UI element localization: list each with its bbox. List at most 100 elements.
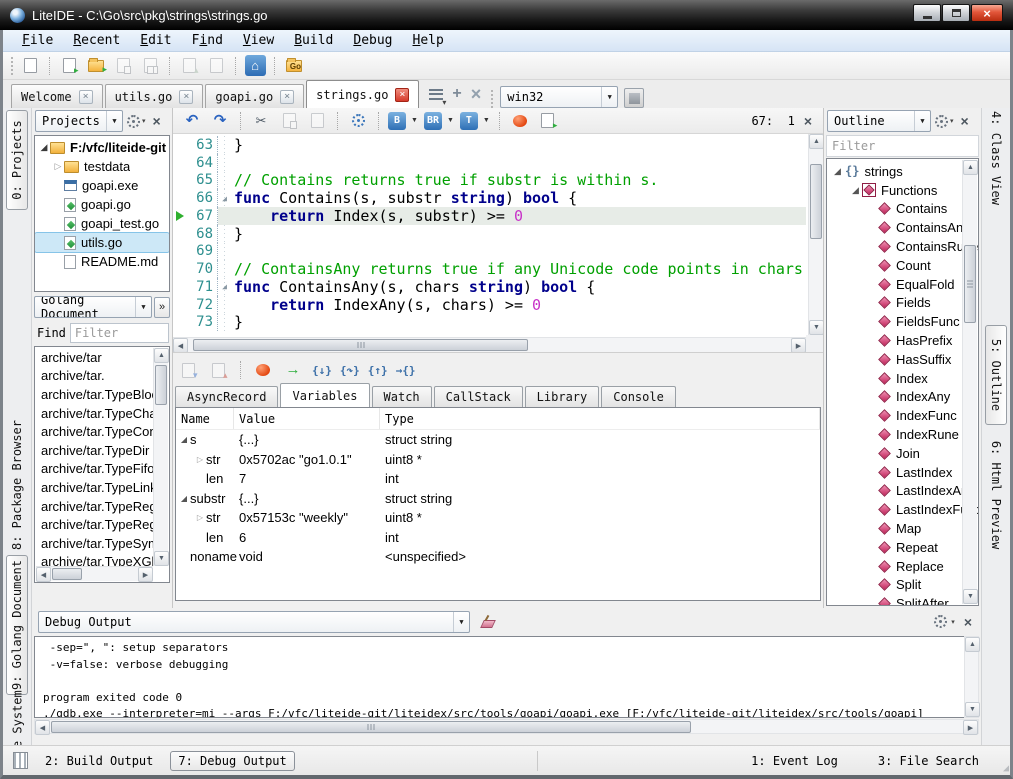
scroll-left-icon[interactable]: ◀ [173, 338, 188, 353]
scrollbar-thumb[interactable] [193, 339, 528, 351]
debug-output-console[interactable]: -sep=", ": setup separators -v=false: ve… [34, 636, 979, 718]
panel-close-icon[interactable]: × [150, 115, 164, 127]
scroll-up-icon[interactable]: ▲ [809, 134, 823, 149]
variable-row-str[interactable]: ▷str0x5702ac "go1.0.1"uint8 * [176, 450, 820, 470]
doc-item-archive-tar-typelink[interactable]: archive/tar.TypeLink [36, 478, 154, 497]
output-view-selector[interactable]: Debug Output ▼ [38, 611, 470, 633]
menu-item-help[interactable]: Help [404, 32, 453, 49]
panel-menu-gear-icon[interactable] [127, 115, 140, 128]
scroll-down-icon[interactable]: ▼ [963, 589, 978, 604]
doc-list-vscrollbar[interactable]: ▲ ▼ [153, 348, 168, 566]
scroll-left-icon[interactable]: ◀ [35, 720, 50, 735]
scrollbar-thumb[interactable] [155, 365, 167, 405]
load-session-button[interactable] [205, 55, 227, 77]
doc-list-hscrollbar[interactable]: ◀ ▶ [36, 566, 153, 581]
expander-icon[interactable]: ◢ [38, 142, 50, 153]
outline-item-containsrune[interactable]: ContainsRune [827, 237, 978, 256]
variable-row-len[interactable]: len6int [176, 528, 820, 548]
outline-item-fieldsfunc[interactable]: FieldsFunc [827, 312, 978, 331]
debug-tab-variables[interactable]: Variables [280, 383, 369, 407]
expander-icon[interactable]: ▷ [194, 455, 206, 464]
tab-close-icon[interactable]: × [179, 90, 193, 104]
outline-view-selector[interactable]: Outline ▼ [827, 110, 931, 132]
outline-item-count[interactable]: Count [827, 256, 978, 275]
export-button[interactable]: ▸ [537, 110, 559, 132]
outline-vscrollbar[interactable]: ▲ ▼ [962, 160, 977, 604]
side-tab-4-class-view[interactable]: 4: Class View [985, 107, 1007, 209]
variable-row-str[interactable]: ▷str0x57153c "weekly"uint8 * [176, 508, 820, 528]
outline-item-splitafter[interactable]: SplitAfter [827, 594, 978, 606]
chevron-down-icon[interactable]: ▼ [411, 117, 418, 124]
column-header-name[interactable]: Name [176, 408, 234, 429]
chevron-down-icon[interactable]: ▼ [447, 117, 454, 124]
tab-close-icon[interactable]: × [280, 90, 294, 104]
new-file-button[interactable] [19, 55, 41, 77]
tree-item-goapi-go[interactable]: goapi.go [35, 195, 169, 214]
scroll-up-icon[interactable]: ▲ [965, 637, 980, 652]
close-button[interactable]: × [971, 4, 1003, 22]
scroll-down-icon[interactable]: ▼ [965, 702, 980, 717]
output-vscrollbar[interactable]: ▲ ▼ [964, 636, 979, 718]
debug-tab-library[interactable]: Library [525, 386, 600, 407]
scroll-up-icon[interactable]: ▲ [963, 160, 978, 175]
expander-icon[interactable]: ◢ [178, 435, 190, 444]
tab-close-icon[interactable]: × [79, 90, 93, 104]
editor-settings-button[interactable] [347, 110, 369, 132]
debug-tab-watch[interactable]: Watch [372, 386, 432, 407]
redo-button[interactable]: ↷ [209, 110, 231, 132]
editor-tab-welcome[interactable]: Welcome× [11, 84, 103, 108]
expander-icon[interactable]: ▷ [194, 513, 206, 522]
outline-item-equalfold[interactable]: EqualFold [827, 275, 978, 294]
show-current-line-button[interactable]: ▾ [177, 359, 199, 381]
doc-item-archive-tar-typexglobalheader[interactable]: archive/tar.TypeXGlobalHeader [36, 553, 154, 567]
doc-filter-input[interactable] [70, 323, 169, 343]
tree-item-f-vfc-liteide-git[interactable]: ◢F:/vfc/liteide-git [35, 138, 169, 157]
outline-item-map[interactable]: Map [827, 519, 978, 538]
side-tab-9-golang-document[interactable]: 9: Golang Document [6, 555, 28, 695]
scroll-down-icon[interactable]: ▼ [809, 320, 823, 335]
run-to-cursor-icon[interactable]: →{} [396, 364, 416, 377]
side-tab-6-html-preview[interactable]: 6: Html Preview [985, 439, 1007, 551]
copy-button[interactable] [278, 110, 300, 132]
tab-list-dropdown-icon[interactable] [429, 89, 443, 100]
outline-item-hassuffix[interactable]: HasSuffix [827, 350, 978, 369]
outline-item-replace[interactable]: Replace [827, 557, 978, 576]
clear-marks-button[interactable]: ▴ [207, 359, 229, 381]
outline-item-split[interactable]: Split [827, 576, 978, 595]
tree-item-utils-go[interactable]: utils.go [35, 233, 169, 252]
statusbar-item-1-event-log[interactable]: 1: Event Log [744, 752, 845, 770]
clear-output-icon[interactable] [480, 615, 494, 628]
welcome-home-button[interactable]: ⌂ [244, 55, 266, 77]
paste-button[interactable] [306, 110, 328, 132]
maximize-button[interactable] [942, 4, 970, 22]
doc-item-archive-tar-typereg[interactable]: archive/tar.TypeReg [36, 497, 154, 516]
variable-row-noname[interactable]: nonamevoid<unspecified> [176, 547, 820, 567]
doc-more-button[interactable]: » [154, 297, 170, 318]
scrollbar-thumb[interactable] [51, 721, 691, 733]
debug-tab-callstack[interactable]: CallStack [434, 386, 523, 407]
outline-item-lastindexfunc[interactable]: LastIndexFunc [827, 500, 978, 519]
outline-item-join[interactable]: Join [827, 444, 978, 463]
outline-filter-input[interactable] [826, 135, 979, 157]
scroll-right-icon[interactable]: ▶ [138, 567, 153, 582]
outline-item-index[interactable]: Index [827, 369, 978, 388]
tab-close-icon[interactable]: × [395, 88, 409, 102]
stop-debug-button[interactable] [252, 359, 274, 381]
scroll-down-icon[interactable]: ▼ [154, 551, 169, 566]
outline-item-indexfunc[interactable]: IndexFunc [827, 406, 978, 425]
undo-button[interactable]: ↶ [181, 110, 203, 132]
outline-root[interactable]: ◢{}strings [827, 162, 978, 181]
menu-item-build[interactable]: Build [285, 32, 342, 49]
statusbar-item-3-file-search[interactable]: 3: File Search [871, 752, 986, 770]
outline-item-hasprefix[interactable]: HasPrefix [827, 331, 978, 350]
side-tab-0-projects[interactable]: 0: Projects [6, 110, 28, 210]
editor-tab-goapi-go[interactable]: goapi.go× [205, 84, 304, 108]
build-run-button[interactable]: BR [424, 112, 442, 130]
editor-tab-strings-go[interactable]: strings.go× [306, 80, 419, 108]
build-config-button[interactable] [624, 88, 644, 108]
tree-item-testdata[interactable]: ▷testdata [35, 157, 169, 176]
step-over-icon[interactable]: {↷} [340, 364, 360, 377]
outline-item-indexany[interactable]: IndexAny [827, 388, 978, 407]
save-file-button[interactable] [112, 55, 134, 77]
variable-row-len[interactable]: len7int [176, 469, 820, 489]
